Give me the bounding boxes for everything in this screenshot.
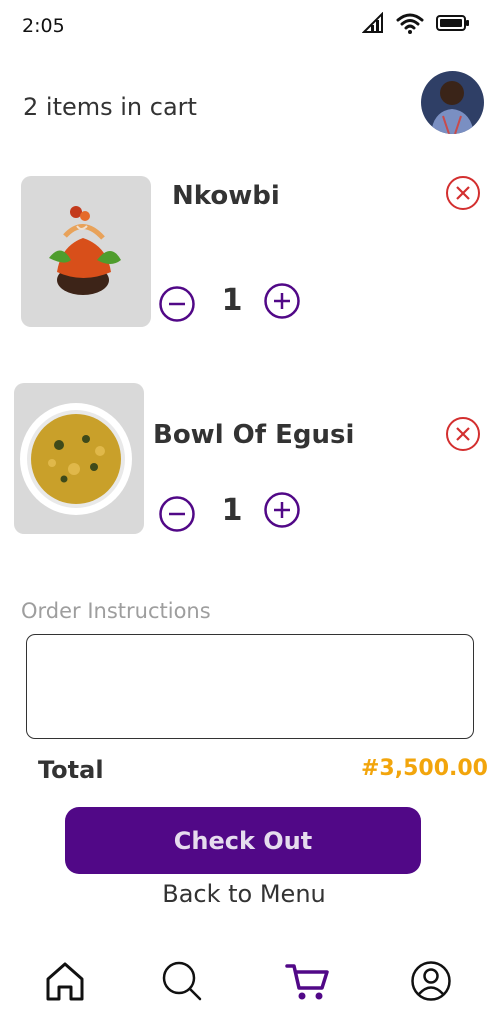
increase-quantity-button[interactable] — [263, 282, 301, 320]
egusi-bowl-image — [14, 383, 144, 534]
profile-icon — [411, 961, 451, 1001]
minus-circle-icon — [159, 286, 195, 322]
nav-search[interactable] — [157, 956, 207, 1006]
order-instructions-input[interactable] — [26, 634, 474, 739]
total-amount: #3,500.00 — [361, 756, 488, 781]
cart-count-title: 2 items in cart — [23, 93, 197, 121]
nkwobi-dish-image — [21, 176, 151, 327]
nav-cart[interactable] — [282, 956, 332, 1006]
nav-home[interactable] — [40, 956, 90, 1006]
item-quantity: 1 — [221, 493, 243, 528]
item-quantity: 1 — [221, 283, 243, 318]
cart-icon — [285, 964, 329, 1000]
close-circle-icon — [446, 176, 480, 210]
status-icons — [362, 12, 470, 34]
plus-circle-icon — [264, 492, 300, 528]
wifi-icon — [396, 13, 424, 34]
item-name: Bowl Of Egusi — [153, 420, 355, 450]
remove-item-button[interactable] — [445, 175, 481, 211]
bottom-nav — [0, 950, 500, 1020]
back-to-menu-link[interactable]: Back to Menu — [0, 880, 488, 908]
decrease-quantity-button[interactable] — [158, 285, 196, 323]
increase-quantity-button[interactable] — [263, 491, 301, 529]
status-time: 2:05 — [22, 15, 65, 37]
close-circle-icon — [446, 417, 480, 451]
user-avatar[interactable] — [421, 71, 484, 134]
minus-circle-icon — [159, 496, 195, 532]
checkout-button[interactable]: Check Out — [65, 807, 421, 874]
status-bar: 2:05 — [0, 0, 500, 56]
remove-item-button[interactable] — [445, 416, 481, 452]
nav-profile[interactable] — [406, 956, 456, 1006]
order-instructions-label: Order Instructions — [21, 599, 211, 623]
battery-icon — [436, 15, 469, 31]
home-icon — [46, 962, 84, 1001]
search-icon — [162, 961, 202, 1001]
signal-icon — [362, 12, 383, 33]
item-name: Nkowbi — [172, 181, 280, 211]
plus-circle-icon — [264, 283, 300, 319]
total-label: Total — [38, 756, 104, 784]
decrease-quantity-button[interactable] — [158, 495, 196, 533]
